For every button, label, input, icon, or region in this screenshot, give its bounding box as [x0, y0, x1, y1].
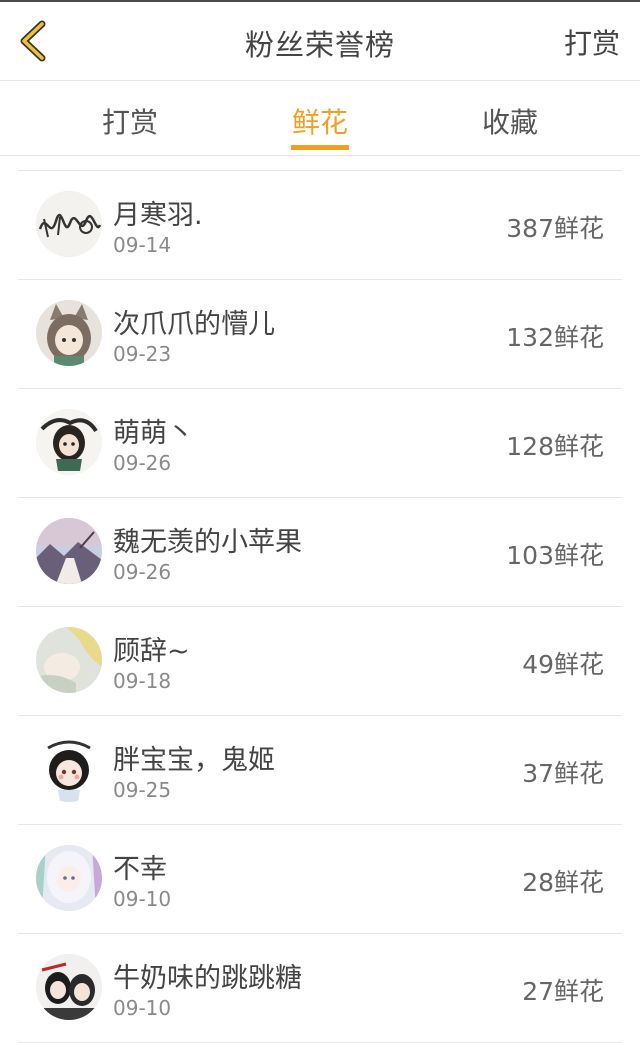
fan-date: 09-18 [113, 669, 172, 693]
fan-date: 09-10 [113, 996, 172, 1020]
active-tab-indicator [291, 145, 349, 150]
flower-count: 387鲜花 [506, 214, 604, 243]
fan-date: 09-26 [113, 451, 172, 475]
fan-name: 胖宝宝，鬼姬 [113, 745, 275, 776]
fan-date: 09-14 [113, 233, 172, 257]
reward-button[interactable]: 打赏 [564, 22, 620, 62]
list-item[interactable]: 不幸 09-10 28鲜花 [18, 825, 622, 934]
fan-name: 萌萌丶 [113, 418, 194, 449]
avatar [36, 627, 102, 693]
fan-name: 次爪爪的懵儿 [113, 309, 275, 340]
chibi-avatar-icon [36, 409, 102, 475]
fan-date: 09-25 [113, 778, 172, 802]
list-item[interactable]: 魏无羡的小苹果 09-26 103鲜花 [18, 498, 622, 607]
tab-flowers[interactable]: 鲜花 [260, 101, 380, 141]
avatar [36, 845, 102, 911]
white-hair-avatar-icon [36, 845, 102, 911]
tab-favorites[interactable]: 收藏 [450, 101, 570, 141]
flower-count: 27鲜花 [522, 977, 604, 1006]
avatar [36, 191, 102, 257]
avatar [36, 300, 102, 366]
list-item[interactable]: 牛奶味的跳跳糖 09-10 27鲜花 [18, 934, 622, 1043]
cat-girl-avatar-icon [36, 300, 102, 366]
tab-reward[interactable]: 打赏 [70, 101, 190, 141]
fan-date: 09-26 [113, 560, 172, 584]
list-item[interactable]: 月寒羽. 09-14 387鲜花 [18, 171, 622, 280]
list-item[interactable]: 萌萌丶 09-26 128鲜花 [18, 389, 622, 498]
flower-count: 128鲜花 [506, 432, 604, 461]
fan-name: 不幸 [113, 854, 167, 885]
list-item[interactable]: 次爪爪的懵儿 09-23 132鲜花 [18, 280, 622, 389]
list-item[interactable]: 胖宝宝，鬼姬 09-25 37鲜花 [18, 716, 622, 825]
tab-bar: 打赏 鲜花 收藏 [0, 81, 640, 156]
chibi-girl-avatar-icon [36, 736, 102, 802]
fan-date: 09-10 [113, 887, 172, 911]
fan-name: 魏无羡的小苹果 [113, 527, 302, 558]
flower-count: 103鲜花 [506, 541, 604, 570]
landscape-avatar-icon [36, 518, 102, 584]
couple-avatar-icon [36, 954, 102, 1020]
nav-header: 粉丝荣誉榜 打赏 [0, 2, 640, 81]
flower-count: 28鲜花 [522, 868, 604, 897]
flower-count: 132鲜花 [506, 323, 604, 352]
fan-name: 顾辞~ [113, 636, 190, 667]
flower-count: 37鲜花 [522, 759, 604, 788]
fan-name: 牛奶味的跳跳糖 [113, 963, 302, 994]
avatar [36, 954, 102, 1020]
page-title: 粉丝荣誉榜 [244, 28, 395, 62]
fan-name: 月寒羽. [113, 200, 203, 231]
signature-avatar-icon [36, 191, 102, 257]
list-item[interactable]: 顾辞~ 09-18 49鲜花 [18, 607, 622, 716]
fan-list: 月寒羽. 09-14 387鲜花 次爪爪的懵儿 09-23 132鲜花 萌萌丶 … [18, 170, 622, 1043]
avatar [36, 736, 102, 802]
avatar [36, 409, 102, 475]
blond-avatar-icon [36, 627, 102, 693]
fan-date: 09-23 [113, 342, 172, 366]
avatar [36, 518, 102, 584]
flower-count: 49鲜花 [522, 650, 604, 679]
